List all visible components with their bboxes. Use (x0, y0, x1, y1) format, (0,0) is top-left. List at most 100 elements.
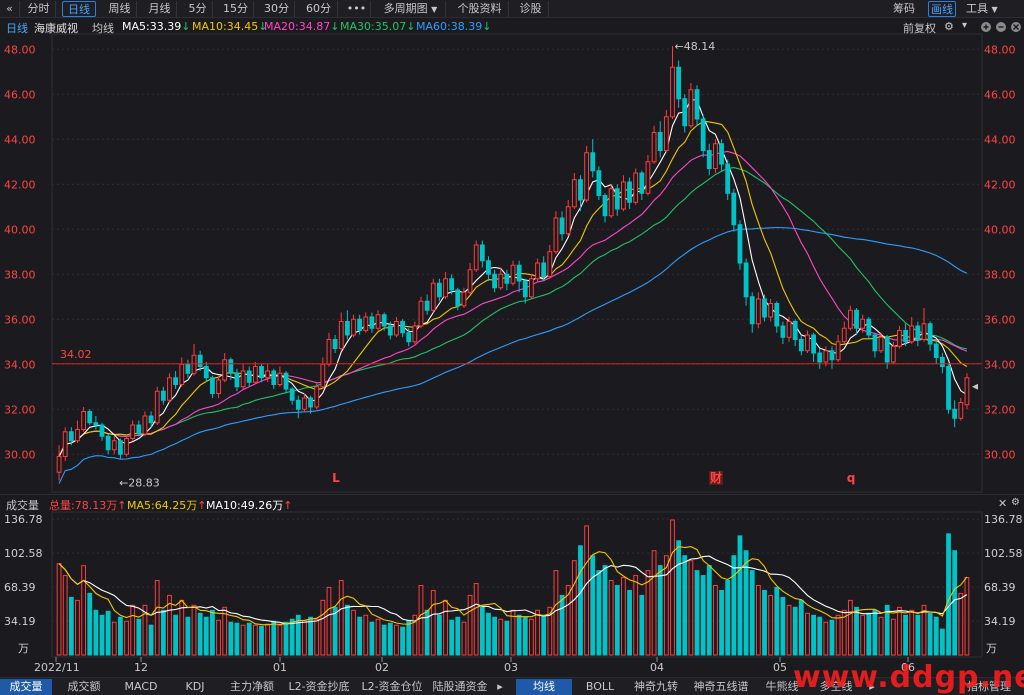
volume-bar (860, 614, 866, 656)
volume-tick-left: 136.78 (4, 513, 43, 526)
candle (142, 411, 148, 437)
volume-bar (369, 621, 375, 656)
candle-body (326, 339, 332, 365)
candle-body (774, 303, 780, 327)
volume-bar (749, 570, 755, 656)
volume-bar (283, 621, 289, 656)
volume-bar (958, 592, 964, 656)
volume-bar (872, 609, 878, 656)
candle-body (62, 431, 68, 457)
volume-bar (657, 565, 663, 656)
candle-body (498, 273, 504, 289)
volume-bar (473, 583, 479, 656)
volume-bar (56, 563, 62, 656)
volume-bar (148, 624, 154, 656)
volume-bar (590, 555, 596, 656)
price-tick-right: 46.00 (984, 88, 1016, 101)
candle-body (436, 282, 442, 298)
tab-nine-turns[interactable]: 神奇九转 (628, 679, 684, 695)
candle (326, 332, 332, 367)
candle (62, 427, 68, 461)
tab-ma[interactable]: 均线 (516, 679, 572, 695)
volume-bar (308, 616, 313, 656)
volume-bar (688, 560, 694, 656)
tab-l2-position[interactable]: L2-资金仓位 (357, 679, 427, 695)
volume-bar (798, 599, 804, 656)
volume-bar (93, 609, 99, 656)
candle-body (743, 262, 749, 298)
candle-body (608, 188, 614, 217)
candle-body (633, 172, 639, 203)
volume-bar (768, 594, 774, 656)
candle-body (872, 334, 878, 352)
candle (645, 155, 651, 196)
candle-body (755, 298, 761, 325)
candle-body (228, 359, 234, 374)
volume-bar (510, 609, 516, 656)
candle-body (780, 325, 786, 338)
candle (289, 386, 295, 405)
candle-body (295, 399, 301, 410)
volume-bar (320, 599, 326, 656)
tab-boll[interactable]: BOLL (576, 679, 624, 695)
volume-bar (639, 594, 645, 656)
volume-bar (621, 577, 626, 656)
moving-averages (58, 99, 968, 484)
candle (210, 375, 215, 398)
candle-body (909, 325, 915, 343)
candle-body (939, 357, 945, 367)
settings-icon[interactable]: ⚙ (1011, 497, 1020, 508)
tab-main-net[interactable]: 主力净额 (224, 679, 280, 695)
candle (817, 348, 823, 369)
candle-body (203, 366, 209, 379)
date-label: 05 (773, 661, 787, 674)
tab-macd[interactable]: MACD (116, 679, 166, 695)
event-marker: 财 (709, 470, 722, 485)
candle (443, 272, 448, 299)
candle-body (234, 372, 240, 388)
volume-bar (522, 616, 528, 656)
candle (670, 46, 675, 119)
candle (430, 278, 436, 313)
volume-tick-right: 136.78 (984, 513, 1023, 526)
candle (424, 294, 430, 315)
kline-chart[interactable]: 48.00 48.00 46.00 46.00 44.00 44.00 42.00 42.00… (0, 0, 1024, 695)
volume-bar (952, 550, 958, 656)
volume-bar (216, 619, 221, 656)
candle-body (578, 179, 583, 201)
candle-body (154, 390, 160, 424)
candle (191, 344, 197, 376)
tab-hk-connect[interactable]: 陆股通资金 (430, 679, 490, 695)
date-label: 02 (375, 661, 389, 674)
candle (909, 317, 915, 344)
volume-bar (265, 623, 271, 656)
volume-tick-left: 34.19 (4, 615, 36, 628)
volume-bar (455, 616, 461, 656)
volume-bar (400, 626, 405, 656)
tab-five-lines[interactable]: 神奇五线谱 (688, 679, 754, 695)
candle-body (443, 278, 448, 298)
candle-body (210, 377, 215, 394)
price-tick-right: 48.00 (984, 43, 1016, 56)
candle-body (252, 366, 258, 383)
tab-l2-bottom[interactable]: L2-资金抄底 (284, 679, 354, 695)
candle-body (792, 321, 798, 340)
chevron-right-icon[interactable]: ▸ (494, 679, 506, 695)
candle-body (584, 152, 590, 201)
close-icon[interactable]: ✕ (998, 497, 1007, 510)
candle (522, 278, 528, 304)
candle (755, 292, 761, 329)
tab-volume[interactable]: 成交量 (0, 679, 52, 695)
tab-turnover[interactable]: 成交额 (58, 679, 110, 695)
candle-body (265, 370, 271, 379)
candle-body (571, 179, 577, 208)
tab-kdj[interactable]: KDJ (172, 679, 218, 695)
candle-body (479, 244, 485, 262)
candle-body (854, 309, 859, 329)
price-frame (51, 33, 983, 493)
candle-body (651, 132, 657, 163)
volume-tick-right: 102.58 (984, 547, 1023, 560)
volume-bar (111, 621, 117, 656)
volume-bar (246, 622, 252, 656)
candle-body (706, 150, 712, 169)
